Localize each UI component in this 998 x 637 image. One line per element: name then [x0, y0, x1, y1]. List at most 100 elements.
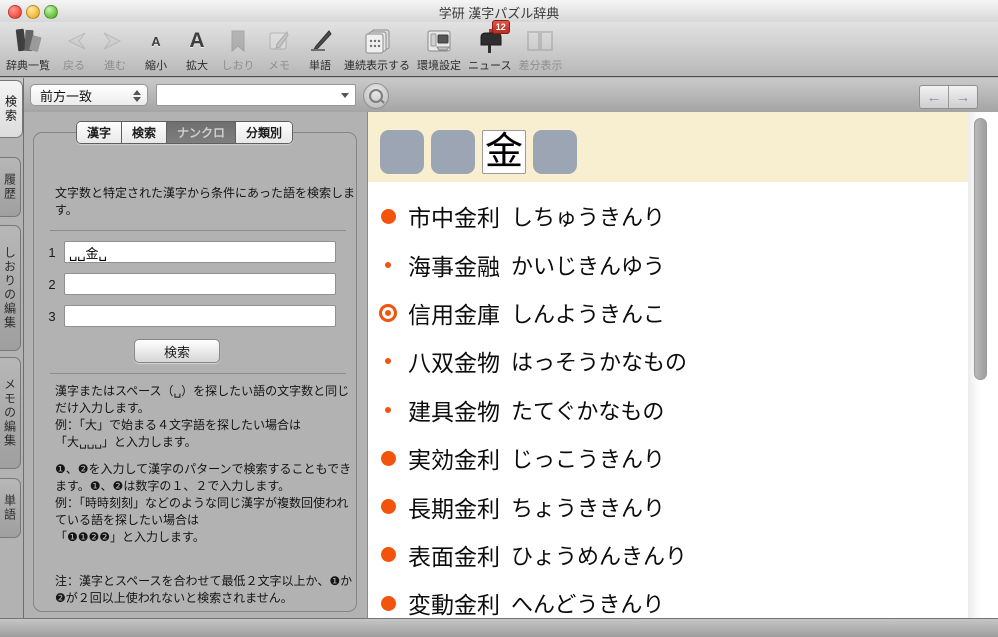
sidetab-label: 履歴 [2, 173, 19, 201]
toolbar-news[interactable]: 12 ニュース [468, 26, 511, 73]
result-row[interactable]: 建具金物 たてぐかなもの [368, 386, 968, 434]
toolbar-label: 単語 [309, 57, 331, 73]
result-term: 海事金融 [408, 248, 500, 282]
prev-result-button[interactable] [920, 86, 949, 108]
puzzle-tile[interactable] [533, 130, 577, 174]
frequency-marker-icon [368, 499, 408, 514]
toolbar-continuous-display[interactable]: 連続表示する [344, 26, 410, 73]
result-reading: ちょうききんり [511, 491, 665, 523]
sidetab-bookmark-edit[interactable]: しおりの編集 [0, 225, 21, 351]
result-row[interactable]: 信用金庫 しんようきんこ [368, 289, 968, 337]
scrollbar-thumb[interactable] [974, 118, 987, 380]
back-arrow-icon [61, 26, 87, 56]
result-row[interactable]: 長期金利 ちょうききんり [368, 482, 968, 530]
sidetab-memo-edit[interactable]: メモの編集 [0, 357, 21, 469]
sidetab-label: 検索 [3, 95, 20, 123]
result-nav-segment [919, 85, 978, 109]
tab-kensaku[interactable]: 検索 [122, 122, 167, 143]
puzzle-tile[interactable]: 金 [482, 130, 526, 174]
result-row[interactable]: 海事金融 かいじきんゆう [368, 240, 968, 288]
toolbar-zoom-out[interactable]: A 縮小 [139, 26, 173, 73]
results-pane: 金 市中金利 しちゅうきんり 海事金融 かいじきんゆう 信用金庫 しんようきんこ… [368, 112, 968, 618]
result-term: 実効金利 [408, 441, 500, 475]
pattern-input-2[interactable] [64, 273, 336, 295]
sidetab-history[interactable]: 履歴 [0, 157, 21, 217]
magnifier-icon [369, 89, 383, 103]
field-label: 1 [48, 245, 56, 260]
toolbar-back[interactable]: 戻る [57, 26, 91, 73]
vertical-scrollbar[interactable] [968, 112, 998, 618]
tab-kanji[interactable]: 漢字 [77, 122, 122, 143]
bookmark-icon [228, 26, 248, 56]
toolbar-label: 進む [104, 57, 126, 73]
result-reading: はっそうかなもの [511, 345, 687, 377]
books-icon [13, 26, 43, 56]
query-combobox[interactable] [156, 84, 356, 106]
toolbar-preferences[interactable]: 環境設定 [417, 26, 461, 73]
nankuro-search-panel: 漢字 検索 ナンクロ 分類別 文字数と特定された漢字から条件にあった語を検索しま… [24, 112, 367, 618]
tab-bunruibetsu[interactable]: 分類別 [236, 122, 292, 143]
kensaku-button[interactable]: 検索 [134, 339, 220, 363]
toolbar-label: しおり [222, 57, 255, 73]
tab-label: 検索 [132, 124, 156, 141]
toolbar-zoom-in[interactable]: A 拡大 [180, 26, 214, 73]
chevron-down-icon[interactable] [335, 85, 355, 105]
result-reading: しんようきんこ [511, 297, 665, 329]
result-row[interactable]: 市中金利 しちゅうきんり [368, 192, 968, 240]
puzzle-tile[interactable] [431, 130, 475, 174]
separator [50, 373, 346, 374]
toolbar-label: 縮小 [145, 57, 167, 73]
result-term: 長期金利 [408, 490, 500, 524]
small-a-icon: A [151, 26, 160, 56]
toolbar-bookmark[interactable]: しおり [221, 26, 255, 73]
sidetab-label: 単語 [2, 494, 19, 522]
tile-char: 金 [485, 133, 523, 171]
status-bar [0, 618, 998, 637]
puzzle-tile[interactable] [380, 130, 424, 174]
query-input[interactable] [159, 86, 335, 106]
next-result-button[interactable] [949, 86, 977, 108]
tab-nankuro[interactable]: ナンクロ [167, 122, 236, 143]
match-mode-popup[interactable]: 前方一致 [30, 84, 148, 106]
toolbar-dictionary-list[interactable]: 辞典一覧 [6, 26, 50, 73]
toolbar-diff-view[interactable]: 差分表示 [518, 26, 562, 73]
help-paragraph-2: ❶、❷を入力して漢字のパターンで検索することもできます。❶、❷は数字の１、２で入… [55, 461, 357, 546]
pattern-field-row-1: 1 [48, 241, 336, 263]
result-row[interactable]: 変動金利 へんどうきんり [368, 579, 968, 618]
panel-tab-bar: 漢字 検索 ナンクロ 分類別 [76, 121, 293, 144]
tab-label: ナンクロ [177, 124, 225, 141]
result-row[interactable]: 八双金物 はっそうかなもの [368, 337, 968, 385]
toolbar-label: 辞典一覧 [6, 57, 50, 73]
field-label: 3 [48, 309, 56, 324]
toolbar-label: 差分表示 [518, 57, 562, 73]
frequency-marker-icon [368, 304, 408, 322]
sidetab-search[interactable]: 検索 [0, 80, 23, 138]
title-bar: 学研 漢字パズル辞典 [0, 0, 998, 22]
result-row[interactable]: 実効金利 じっこうきんり [368, 434, 968, 482]
frequency-marker-icon [368, 262, 408, 268]
stacked-cards-icon [362, 26, 392, 56]
sidetab-word[interactable]: 単語 [0, 478, 21, 538]
popup-stepper-icon [131, 88, 142, 104]
frequency-marker-icon [368, 451, 408, 466]
toolbar-label: 連続表示する [344, 57, 410, 73]
result-reading: かいじきんゆう [511, 249, 665, 281]
pattern-input-3[interactable] [64, 305, 336, 327]
puzzle-header: 金 [368, 112, 968, 182]
result-list: 市中金利 しちゅうきんり 海事金融 かいじきんゆう 信用金庫 しんようきんこ 八… [368, 192, 968, 618]
frequency-marker-icon [368, 596, 408, 611]
search-button[interactable] [363, 83, 389, 109]
tab-label: 分類別 [246, 124, 282, 141]
toolbar-word[interactable]: 単語 [303, 26, 337, 73]
preferences-icon [425, 26, 453, 56]
pattern-field-row-2: 2 [48, 273, 336, 295]
toolbar-forward[interactable]: 進む [98, 26, 132, 73]
toolbar-memo[interactable]: メモ [262, 26, 296, 73]
result-term: 変動金利 [408, 586, 500, 618]
pattern-input-1[interactable] [64, 241, 336, 263]
frequency-marker-icon [368, 209, 408, 224]
result-reading: たてぐかなもの [511, 394, 664, 426]
split-view-icon [525, 26, 555, 56]
result-row[interactable]: 表面金利 ひょうめんきんり [368, 531, 968, 579]
result-term: 信用金庫 [408, 296, 500, 330]
